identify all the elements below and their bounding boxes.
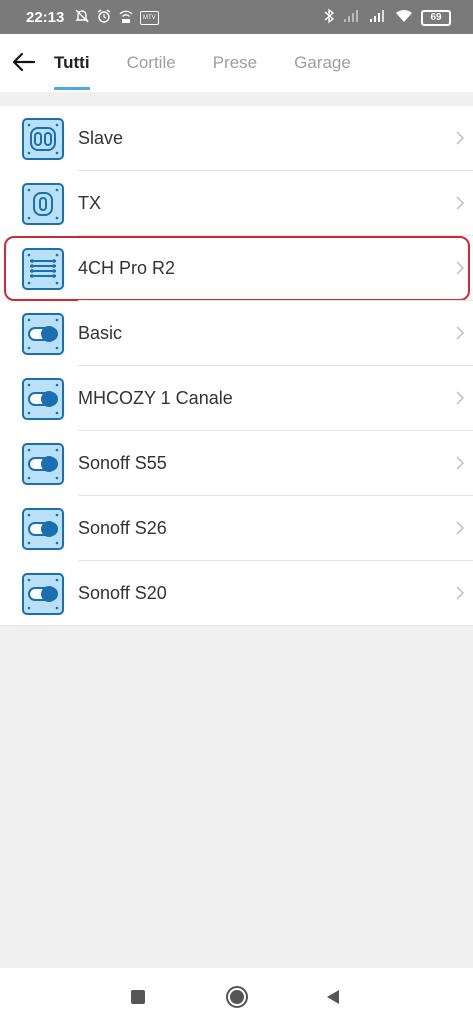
- status-time: 22:13: [26, 9, 65, 26]
- tab-active-indicator: [54, 87, 90, 90]
- arrow-left-icon: [12, 52, 36, 72]
- device-row-4ch-pro-r2[interactable]: 4CH Pro R2: [0, 236, 473, 301]
- device-row-sonoff-s55[interactable]: Sonoff S55: [0, 431, 473, 496]
- device-list: Slave TX 4CH Pro R2 Basic MHCOZY 1 Canal…: [0, 106, 473, 626]
- status-bar: 22:13 MTV 69: [0, 0, 473, 34]
- tab-label: Prese: [212, 53, 258, 72]
- device-name: 4CH Pro R2: [78, 258, 176, 278]
- chevron-right-icon: [456, 326, 465, 340]
- device-name: Basic: [78, 323, 123, 343]
- wifi-icon: [395, 9, 413, 26]
- four-channel-relay-icon: [22, 248, 64, 290]
- home-button[interactable]: [224, 984, 250, 1010]
- device-row-slave[interactable]: Slave: [0, 106, 473, 171]
- chevron-right-icon: [456, 391, 465, 405]
- alarm-icon: [96, 8, 112, 27]
- device-name: MHCOZY 1 Canale: [78, 388, 233, 408]
- device-row-basic[interactable]: Basic: [0, 301, 473, 366]
- system-nav-bar: [0, 968, 473, 1024]
- chevron-right-icon: [456, 196, 465, 210]
- device-row-sonoff-s20[interactable]: Sonoff S20: [0, 561, 473, 626]
- bell-off-icon: [74, 8, 90, 27]
- mtv-badge-icon: MTV: [140, 10, 159, 25]
- device-name: Sonoff S20: [78, 583, 167, 603]
- battery-icon: 69: [421, 9, 451, 26]
- wifi-calling-icon: [118, 8, 134, 27]
- chevron-right-icon: [456, 521, 465, 535]
- device-name: Sonoff S55: [78, 453, 167, 473]
- chevron-right-icon: [456, 586, 465, 600]
- chevron-right-icon: [456, 456, 465, 470]
- tab-garage[interactable]: Garage: [294, 34, 351, 92]
- toggle-switch-icon: [22, 313, 64, 355]
- device-name: Sonoff S26: [78, 518, 167, 538]
- triangle-back-icon: [327, 990, 339, 1004]
- signal-icon: [343, 9, 361, 26]
- circle-icon: [226, 986, 248, 1008]
- tab-bar: Tutti Cortile Prese Garage: [54, 34, 388, 92]
- device-row-sonoff-s26[interactable]: Sonoff S26: [0, 496, 473, 561]
- toggle-switch-icon: [22, 443, 64, 485]
- toggle-switch-icon: [22, 573, 64, 615]
- toggle-switch-icon: [22, 508, 64, 550]
- recents-button[interactable]: [125, 984, 151, 1010]
- toggle-switch-icon: [22, 378, 64, 420]
- bluetooth-icon: [323, 8, 335, 27]
- chevron-right-icon: [456, 261, 465, 275]
- tab-label: Tutti: [54, 53, 90, 72]
- back-nav-button[interactable]: [320, 984, 346, 1010]
- device-row-tx[interactable]: TX: [0, 171, 473, 236]
- tab-cortile[interactable]: Cortile: [127, 34, 176, 92]
- tab-label: Garage: [294, 53, 351, 72]
- signal-icon: [369, 9, 387, 26]
- chevron-right-icon: [456, 131, 465, 145]
- square-icon: [131, 990, 145, 1004]
- tab-label: Cortile: [126, 53, 176, 72]
- device-name: Slave: [78, 128, 124, 148]
- back-button[interactable]: [10, 48, 38, 76]
- header: Tutti Cortile Prese Garage: [0, 34, 473, 92]
- highlight-box: [4, 236, 470, 301]
- device-row-mhcozy[interactable]: MHCOZY 1 Canale: [0, 366, 473, 431]
- tab-tutti[interactable]: Tutti: [54, 34, 90, 92]
- single-button-switch-icon: [22, 183, 64, 225]
- status-right-icons: 69: [323, 8, 451, 27]
- tab-prese[interactable]: Prese: [213, 34, 257, 92]
- double-button-switch-icon: [22, 118, 64, 160]
- status-left-icons: MTV: [74, 8, 159, 27]
- device-name: TX: [78, 193, 102, 213]
